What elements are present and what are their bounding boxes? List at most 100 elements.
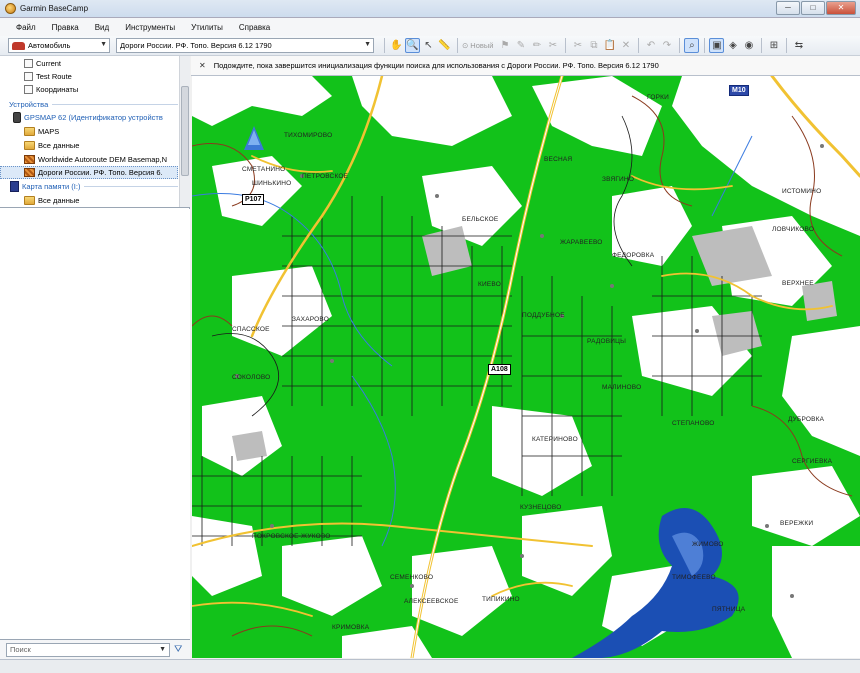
map-product-icon — [24, 168, 35, 177]
new-button[interactable]: ⊙ Новый — [462, 41, 493, 50]
place-label: СМЕТАНИНО — [242, 166, 286, 173]
tree-item-coordinates[interactable]: Координаты — [0, 83, 178, 96]
activity-profile-value: Автомобиль — [28, 41, 71, 50]
undo-icon: ↶ — [646, 40, 656, 51]
window-title: Garmin BaseCamp — [20, 4, 89, 13]
find-button[interactable]: ⌕ — [684, 38, 700, 53]
place-label: ПЕТРОВСКОЕ — [302, 173, 349, 180]
menu-edit[interactable]: Правка — [44, 23, 87, 32]
menu-view[interactable]: Вид — [87, 23, 117, 32]
hand-tool-button[interactable]: ✋ — [389, 38, 404, 53]
library-tree: Current Test Route Координаты Устройства… — [0, 56, 190, 208]
place-label: ТИМОФЕЕВО — [672, 574, 716, 581]
tree-item-russia-roads[interactable]: Дороги России. РФ. Топо. Версия 6. — [0, 166, 178, 179]
measure-tool-button[interactable]: 📏 — [437, 38, 452, 53]
tree-item-test-route[interactable]: Test Route — [0, 70, 178, 83]
toolbar-separator — [565, 38, 567, 53]
ruler-icon: 📏 — [438, 40, 451, 51]
redo-button[interactable]: ↷ — [659, 38, 674, 53]
tree-item-label: Test Route — [36, 72, 72, 81]
tree-item-card-all-data[interactable]: Все данные — [0, 194, 178, 207]
cut-button[interactable]: ✂ — [570, 38, 585, 53]
memory-card-icon — [10, 181, 19, 192]
tree-item-basemap[interactable]: Worldwide Autoroute DEM Basemap,N — [0, 153, 178, 166]
delete-icon: ✕ — [621, 40, 631, 51]
close-notice-icon[interactable]: ✕ — [199, 61, 206, 70]
toolbar: Автомобиль ▼ Дороги России. РФ. Топо. Ве… — [0, 36, 860, 56]
close-button[interactable]: ✕ — [826, 1, 856, 15]
tree-item-maps[interactable]: MAPS — [0, 125, 178, 138]
paste-button[interactable]: 📋 — [602, 38, 617, 53]
menu-utilities[interactable]: Утилиты — [183, 23, 231, 32]
grid-layout-button[interactable]: ⊞ — [766, 38, 781, 53]
magnifier-icon: 🔍 — [406, 40, 419, 51]
place-label: ДУБРОВКА — [788, 416, 825, 423]
toolbar-separator — [638, 38, 640, 53]
scissors-tool-button[interactable]: ✂ — [545, 38, 560, 53]
place-label: РАДОВИЦЫ — [587, 338, 627, 345]
place-label: ЖИМОВО — [692, 541, 724, 548]
list-icon — [24, 72, 33, 81]
toolbar-separator — [761, 38, 763, 53]
map-product-select[interactable]: Дороги России. РФ. Топо. Версия 6.12 179… — [116, 38, 374, 53]
place-label: ПЯТНИЦА — [712, 606, 746, 613]
basecamp-app-icon — [5, 3, 16, 14]
waypoint-tool-button[interactable]: ⚑ — [497, 38, 512, 53]
toolbar-separator — [704, 38, 706, 53]
map-view[interactable]: M10 P107 A108 ТИХОМИРОВО СМЕТАНИНО ПЕТРО… — [192, 76, 860, 658]
undo-button[interactable]: ↶ — [643, 38, 658, 53]
tree-scrollbar[interactable] — [179, 56, 190, 207]
place-label: СЕРГИЕВКА — [792, 458, 833, 465]
2d-map-button[interactable]: ▣ — [709, 38, 725, 53]
place-label: ШИНЬКИНО — [252, 180, 292, 187]
minimize-button[interactable]: ─ — [776, 1, 800, 15]
map-product-icon — [24, 155, 35, 164]
arrow-pointer-icon: ↖ — [424, 40, 433, 51]
place-label: СПАССКОЕ — [232, 326, 270, 333]
tree-item-current[interactable]: Current — [0, 57, 178, 70]
place-label: КРИМОВКА — [332, 624, 370, 631]
gps-device-icon — [13, 112, 21, 123]
redo-icon: ↷ — [662, 40, 672, 51]
activity-profile-select[interactable]: Автомобиль ▼ — [8, 38, 110, 53]
new-icon: ⊙ — [462, 41, 469, 50]
tree-item-device[interactable]: GPSMAP 62 (Идентификатор устройств — [0, 111, 178, 124]
map-view-icon: ▣ — [712, 40, 722, 51]
maximize-button[interactable]: □ — [801, 1, 825, 15]
globe-button[interactable]: ◉ — [741, 38, 756, 53]
place-label: ПОКРОВСКОЕ-ЖУКОВО — [252, 533, 331, 540]
route-shield-a108: A108 — [488, 364, 511, 375]
tree-item-all-data[interactable]: Все данные — [0, 139, 178, 152]
track-tool-button[interactable]: ✏ — [529, 38, 544, 53]
device-transfer-button[interactable]: ⇆ — [791, 38, 806, 53]
scrollbar-thumb[interactable] — [181, 86, 189, 176]
folder-icon — [24, 127, 35, 136]
place-label: ПОДДУБНОЕ — [522, 312, 565, 319]
menu-help[interactable]: Справка — [231, 23, 278, 32]
tree-item-memory-card[interactable]: Карта памяти (I:) — [0, 180, 178, 193]
place-label: ЗАХАРОВО — [292, 316, 329, 323]
route-tool-button[interactable]: ✎ — [513, 38, 528, 53]
library-panel: Current Test Route Координаты Устройства… — [0, 56, 190, 659]
3d-view-button[interactable]: ◈ — [725, 38, 740, 53]
chevron-down-icon: ▼ — [159, 645, 166, 653]
select-tool-button[interactable]: ↖ — [421, 38, 436, 53]
search-input[interactable]: Поиск ▼ — [6, 642, 170, 657]
place-label: ЖАРАВЕЕВО — [560, 239, 603, 246]
toolbar-separator — [679, 38, 681, 53]
menu-tools[interactable]: Инструменты — [117, 23, 183, 32]
toolbar-separator — [384, 38, 385, 53]
folder-icon — [24, 196, 35, 205]
filter-icon[interactable]: ⛛ — [174, 644, 186, 656]
pencil-icon: ✏ — [532, 40, 542, 51]
cut-icon: ✂ — [573, 40, 583, 51]
zoom-tool-button[interactable]: 🔍 — [405, 38, 420, 53]
devices-section-header: Устройства — [0, 98, 178, 111]
place-label: ВЕРЕЖКИ — [780, 520, 814, 527]
place-label: ИСТОМИНО — [782, 188, 822, 195]
new-button-label: Новый — [470, 41, 494, 50]
delete-button[interactable]: ✕ — [618, 38, 633, 53]
hand-icon: ✋ — [390, 40, 403, 51]
menu-file[interactable]: Файл — [8, 23, 44, 32]
copy-button[interactable]: ⧉ — [586, 38, 601, 53]
